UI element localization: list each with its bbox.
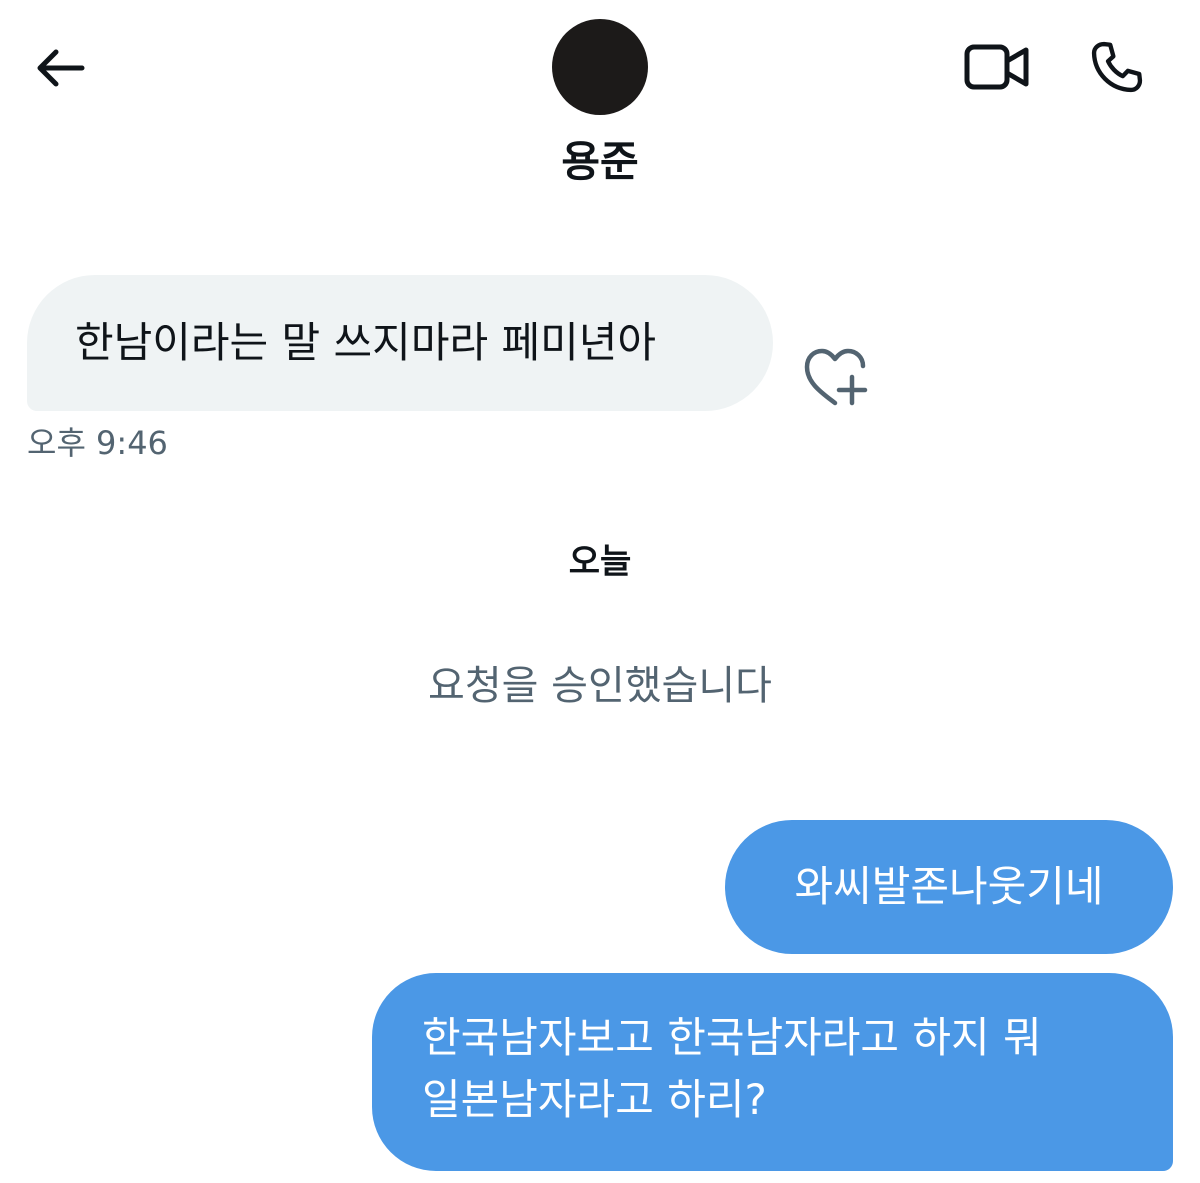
back-button[interactable]	[28, 36, 92, 100]
sent-message-bubble[interactable]: 한국남자보고 한국남자라고 하지 뭐 일본남자라고 하리?	[372, 973, 1173, 1171]
heart-plus-icon	[802, 347, 868, 407]
system-message: 요청을 승인했습니다	[428, 663, 772, 709]
video-call-button[interactable]	[956, 34, 1038, 100]
avatar[interactable]	[552, 19, 648, 115]
message-timestamp: 오후 9:46	[27, 424, 168, 462]
add-reaction-button[interactable]	[798, 342, 872, 412]
sent-message-bubble[interactable]: 와씨발존나웃기네	[725, 820, 1173, 954]
arrow-left-icon	[34, 48, 86, 88]
dm-conversation-screen: 용준 한남이라는 말 쓰지마라 페미년아 오후 9:46 오늘 요청을 승인했습…	[0, 0, 1200, 1183]
date-divider: 오늘	[568, 542, 632, 582]
message-text-line: 한국남자보고 한국남자라고 하지 뭐	[422, 1013, 1042, 1062]
message-text: 한남이라는 말 쓰지마라 페미년아	[75, 318, 657, 367]
phone-call-button[interactable]	[1082, 34, 1152, 100]
received-message-bubble[interactable]: 한남이라는 말 쓰지마라 페미년아	[27, 275, 773, 411]
phone-icon	[1088, 38, 1146, 96]
contact-name[interactable]: 용준	[0, 132, 1200, 192]
message-text-line: 일본남자라고 하리?	[422, 1075, 767, 1124]
message-text: 와씨발존나웃기네	[794, 862, 1104, 911]
video-camera-icon	[964, 42, 1030, 92]
